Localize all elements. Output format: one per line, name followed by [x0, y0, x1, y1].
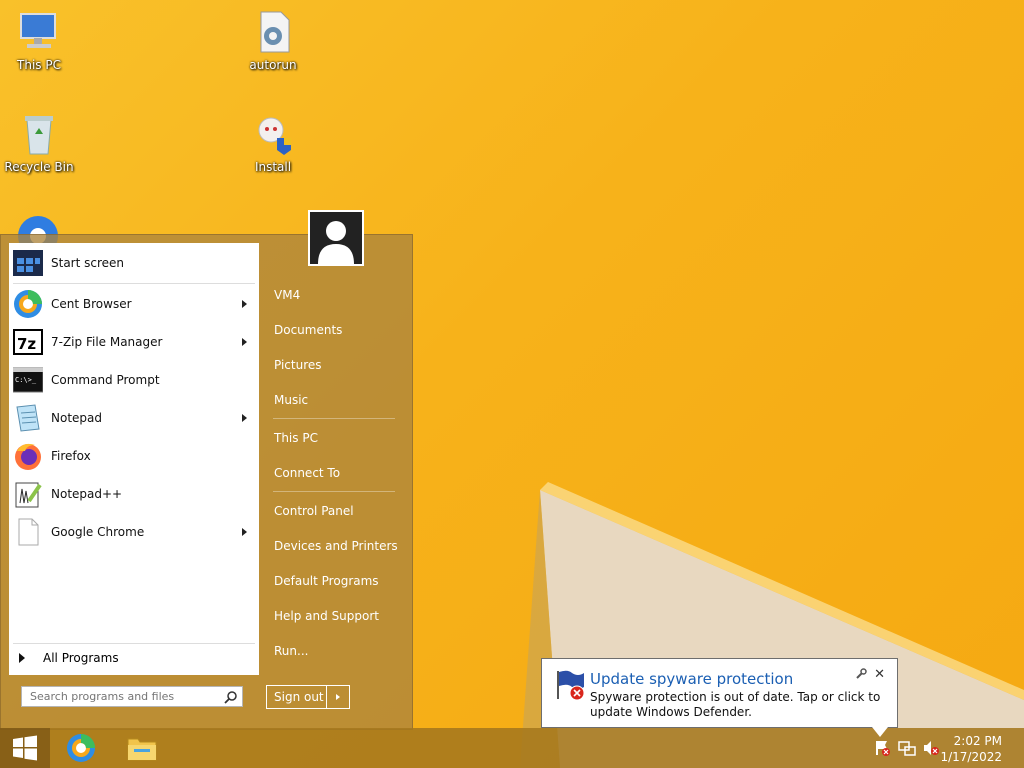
- program-label: Start screen: [51, 256, 125, 270]
- all-programs-label: All Programs: [43, 651, 119, 665]
- start-button[interactable]: [0, 728, 50, 768]
- svg-text:C:\>_: C:\>_: [15, 376, 37, 384]
- 7zip-icon: 7z: [13, 327, 43, 357]
- start-right-item-user[interactable]: VM4: [274, 288, 300, 302]
- program-label: Firefox: [51, 449, 91, 463]
- notification-balloon[interactable]: Update spyware protection Spyware protec…: [541, 658, 898, 728]
- folder-icon: [127, 738, 157, 761]
- program-label: Notepad: [51, 411, 102, 425]
- close-icon[interactable]: ✕: [874, 667, 885, 682]
- computer-icon: [17, 10, 61, 54]
- program-item-notepadpp[interactable]: Notepad++: [9, 476, 259, 512]
- installer-icon: [251, 112, 295, 156]
- search-icon[interactable]: [224, 690, 238, 704]
- start-screen-icon: [13, 248, 43, 278]
- windows-defender-warning-icon: [554, 669, 586, 701]
- volume-muted-icon[interactable]: [922, 739, 940, 757]
- divider: [13, 283, 255, 284]
- submenu-arrow-icon[interactable]: [242, 338, 247, 346]
- submenu-arrow-icon[interactable]: [242, 414, 247, 422]
- program-item-notepad[interactable]: Notepad: [9, 400, 259, 436]
- expand-arrow-icon: [19, 653, 25, 663]
- program-item-google-chrome[interactable]: Google Chrome: [9, 514, 259, 550]
- svg-text:7z: 7z: [17, 335, 36, 353]
- start-right-item-devices-printers[interactable]: Devices and Printers: [274, 539, 398, 553]
- divider: [273, 491, 395, 492]
- desktop-icon-autorun[interactable]: autorun: [236, 10, 310, 72]
- start-right-item-help-support[interactable]: Help and Support: [274, 609, 379, 623]
- submenu-arrow-icon[interactable]: [242, 300, 247, 308]
- program-label: Command Prompt: [51, 373, 160, 387]
- program-item-start-screen[interactable]: Start screen: [9, 245, 259, 281]
- desktop-icon-install[interactable]: Install: [236, 112, 310, 174]
- shutdown-options-button[interactable]: [327, 686, 349, 708]
- program-label: Cent Browser: [51, 297, 132, 311]
- action-center-warning-icon[interactable]: [874, 739, 892, 757]
- clock-date: 1/17/2022: [940, 750, 1002, 764]
- sign-out-button-group: Sign out: [266, 685, 350, 709]
- start-right-item-music[interactable]: Music: [274, 393, 308, 407]
- notification-message: Spyware protection is out of date. Tap o…: [590, 690, 881, 719]
- search-programs-box[interactable]: [21, 686, 243, 707]
- clock-time: 2:02 PM: [953, 734, 1002, 748]
- firefox-icon: [13, 441, 43, 471]
- start-right-item-documents[interactable]: Documents: [274, 323, 342, 337]
- notepadpp-icon: [13, 479, 43, 509]
- wrench-icon[interactable]: [855, 668, 867, 680]
- desktop-icon-label: autorun: [249, 58, 297, 72]
- cent-browser-icon: [67, 734, 95, 762]
- program-label: 7-Zip File Manager: [51, 335, 163, 349]
- command-prompt-icon: C:\>_: [13, 365, 43, 395]
- desktop-icon-label: Install: [254, 160, 292, 174]
- start-right-item-connect-to[interactable]: Connect To: [274, 466, 340, 480]
- program-item-firefox[interactable]: Firefox: [9, 438, 259, 474]
- start-right-item-pictures[interactable]: Pictures: [274, 358, 322, 372]
- start-menu-programs-pane: Start screen Cent Browser 7z 7-Zip File …: [9, 243, 259, 675]
- settings-file-icon: [251, 10, 295, 54]
- cent-browser-icon: [13, 289, 43, 319]
- user-icon: [310, 212, 362, 264]
- start-right-item-default-programs[interactable]: Default Programs: [274, 574, 379, 588]
- program-item-cent-browser[interactable]: Cent Browser: [9, 286, 259, 322]
- program-label: Google Chrome: [51, 525, 145, 539]
- divider: [273, 418, 395, 419]
- recycle-bin-icon: [17, 112, 61, 156]
- desktop-icon-label: This PC: [17, 58, 61, 72]
- desktop-icon-label: Recycle Bin: [4, 160, 74, 174]
- sign-out-button[interactable]: Sign out: [267, 686, 327, 708]
- user-avatar[interactable]: [308, 210, 364, 266]
- taskbar-clock[interactable]: 2:02 PM 1/17/2022: [940, 733, 1002, 765]
- taskbar-app-cent-browser[interactable]: [61, 730, 101, 766]
- search-input[interactable]: [22, 689, 222, 704]
- start-right-item-control-panel[interactable]: Control Panel: [274, 504, 354, 518]
- windows-logo-icon: [13, 735, 37, 761]
- start-right-item-run[interactable]: Run...: [274, 644, 308, 658]
- notification-title: Update spyware protection: [590, 670, 794, 688]
- google-chrome-icon: [13, 517, 43, 547]
- chevron-right-icon: [336, 694, 340, 700]
- desktop-icon-this-pc[interactable]: This PC: [2, 10, 76, 72]
- desktop-icon-recycle-bin[interactable]: Recycle Bin: [2, 112, 76, 174]
- submenu-arrow-icon[interactable]: [242, 528, 247, 536]
- start-right-item-this-pc[interactable]: This PC: [274, 431, 318, 445]
- taskbar-app-file-explorer[interactable]: [122, 730, 162, 766]
- notepad-icon: [13, 403, 43, 433]
- all-programs-button[interactable]: All Programs: [9, 645, 259, 671]
- divider: [13, 643, 255, 644]
- network-icon[interactable]: [898, 739, 916, 757]
- program-label: Notepad++: [51, 487, 123, 501]
- program-item-7zip[interactable]: 7z 7-Zip File Manager: [9, 324, 259, 360]
- program-item-command-prompt[interactable]: C:\>_ Command Prompt: [9, 362, 259, 398]
- balloon-pointer: [872, 727, 888, 737]
